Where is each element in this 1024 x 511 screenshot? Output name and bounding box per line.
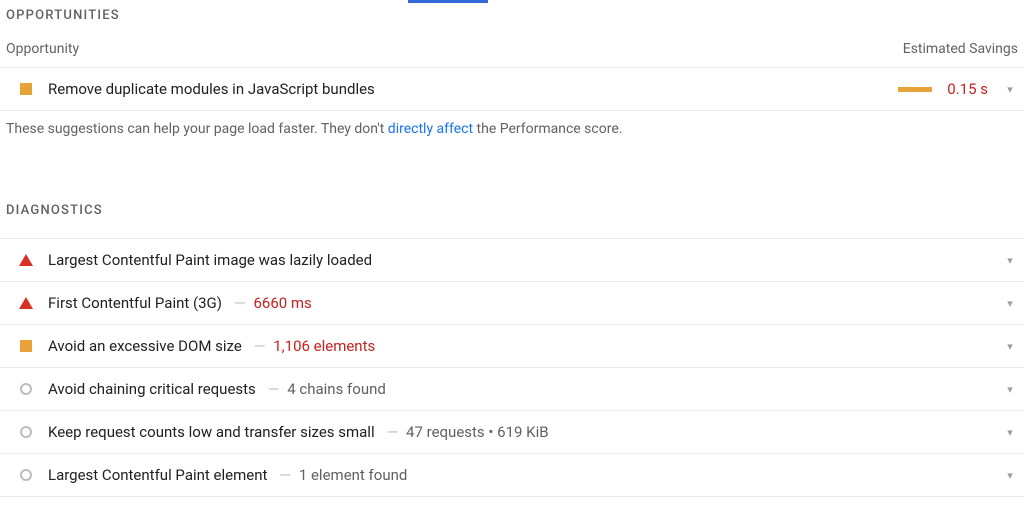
col-savings-label: Estimated Savings [903,41,1018,57]
chevron-down-icon: ▾ [1002,383,1018,396]
opportunity-title: Remove duplicate modules in JavaScript b… [48,80,375,98]
chevron-down-icon: ▾ [1002,83,1018,96]
diagnostic-row[interactable]: Largest Contentful Paint image was lazil… [0,238,1024,281]
diagnostic-metric: — 6660 ms [228,294,312,312]
diagnostics-heading: DIAGNOSTICS [0,195,1024,224]
diagnostic-row[interactable]: Avoid chaining critical requests — 4 chai… [0,367,1024,410]
diagnostic-row[interactable]: Keep request counts low and transfer siz… [0,410,1024,453]
footnote-link[interactable]: directly affect [388,121,473,137]
opportunity-savings: 0.15 s [944,80,988,98]
chevron-down-icon: ▾ [1002,469,1018,482]
triangle-red-icon [16,254,36,266]
diagnostic-row[interactable]: First Contentful Paint (3G) — 6660 ms ▾ [0,281,1024,324]
triangle-red-icon [16,297,36,309]
diagnostic-title: Avoid chaining critical requests [48,380,256,398]
diagnostic-title: Largest Contentful Paint image was lazil… [48,251,372,269]
diagnostic-title: First Contentful Paint (3G) [48,294,222,312]
circle-grey-icon [16,426,36,438]
chevron-down-icon: ▾ [1002,340,1018,353]
diagnostic-title: Keep request counts low and transfer siz… [48,423,375,441]
col-opportunity-label: Opportunity [6,41,79,57]
circle-grey-icon [16,383,36,395]
diagnostic-title: Largest Contentful Paint element [48,466,267,484]
savings-bar-icon [898,87,932,92]
opportunities-table-header: Opportunity Estimated Savings [0,29,1024,67]
diagnostic-title: Avoid an excessive DOM size [48,337,242,355]
circle-grey-icon [16,469,36,481]
opportunities-footnote: These suggestions can help your page loa… [0,111,1024,137]
diagnostic-metric: — 1,106 elements [248,337,375,355]
footnote-suffix: the Performance score. [473,121,622,137]
opportunities-heading: OPPORTUNITIES [0,0,1024,29]
chevron-down-icon: ▾ [1002,426,1018,439]
chevron-down-icon: ▾ [1002,254,1018,267]
diagnostic-metric: — 1 element found [273,466,407,484]
diagnostic-metric: — 4 chains found [262,380,386,398]
opportunity-row[interactable]: Remove duplicate modules in JavaScript b… [0,67,1024,110]
square-orange-icon [16,83,36,95]
tab-indicator [408,0,488,3]
diagnostic-row[interactable]: Avoid an excessive DOM size — 1,106 eleme… [0,324,1024,367]
chevron-down-icon: ▾ [1002,297,1018,310]
square-orange-icon [16,340,36,352]
diagnostic-row[interactable]: Largest Contentful Paint element — 1 elem… [0,453,1024,497]
diagnostic-metric: — 47 requests • 619 KiB [381,423,549,441]
footnote-prefix: These suggestions can help your page loa… [6,121,388,137]
